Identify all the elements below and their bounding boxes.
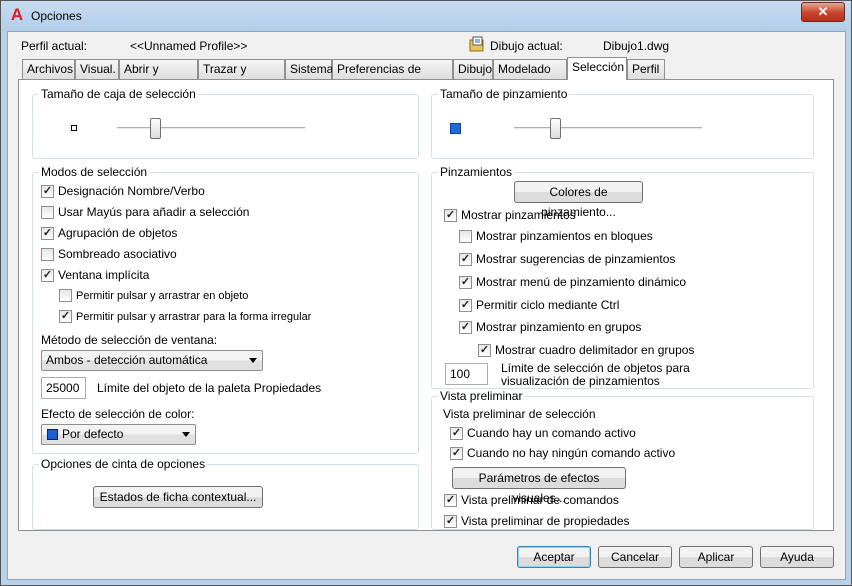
drawing-label: Dibujo actual: — [490, 39, 563, 53]
profile-value: <<Unnamed Profile>> — [130, 39, 248, 53]
color-effect-label: Efecto de selección de color: — [41, 407, 195, 421]
selection-modes-title: Modos de selección — [39, 165, 150, 179]
object-group-checkbox[interactable]: ✓ Agrupación de objetos — [41, 226, 177, 240]
ribbon-options-group: Opciones de cinta de opciones Estados de… — [32, 457, 419, 530]
preview-title: Vista preliminar — [438, 389, 525, 403]
drawing-icon — [469, 36, 485, 52]
check-icon: ✓ — [459, 298, 472, 312]
check-icon: ✓ — [478, 343, 491, 357]
tab-abrir-guardar[interactable]: Abrir y guardar — [119, 59, 198, 94]
press-drag-lasso-checkbox[interactable]: ✓ Permitir pulsar y arrastrar para la for… — [59, 310, 311, 323]
title-bar: A Opciones ✕ — [1, 1, 851, 31]
grips-in-blocks-checkbox[interactable]: Mostrar pinzamientos en bloques — [459, 229, 653, 243]
check-icon: ✓ — [444, 493, 457, 507]
ribbon-options-title: Opciones de cinta de opciones — [39, 457, 208, 471]
grip-size-slider[interactable] — [550, 118, 562, 139]
close-button[interactable]: ✕ — [801, 2, 845, 22]
check-icon: ✓ — [459, 252, 472, 266]
options-dialog: A Opciones ✕ Perfil actual: <<Unnamed Pr… — [0, 0, 852, 586]
selection-modes-group: Modos de selección ✓ Designación Nombre/V… — [32, 165, 419, 454]
pickbox-size-group: Tamaño de caja de selección — [32, 87, 419, 159]
pickbox-preview — [71, 125, 77, 131]
group-bbox-checkbox[interactable]: ✓ Mostrar cuadro delimitador en grupos — [478, 343, 694, 357]
grip-size-track — [514, 127, 702, 130]
properties-limit-input[interactable]: 25000 — [41, 377, 86, 399]
grip-colors-button[interactable]: Colores de pinzamiento... — [514, 181, 643, 219]
preview-group: Vista preliminar Vista preliminar de sel… — [431, 389, 814, 530]
noun-verb-checkbox[interactable]: ✓ Designación Nombre/Verbo — [41, 184, 205, 198]
apply-button[interactable]: Aplicar — [679, 546, 753, 568]
grip-preview — [450, 123, 461, 134]
seleccion-panel: Tamaño de caja de selección Modos de sel… — [18, 79, 834, 531]
tab-modelado-3d[interactable]: Modelado 3D — [493, 59, 567, 94]
implied-window-checkbox[interactable]: ✓ Ventana implícita — [41, 268, 149, 282]
tab-preferencias-usuario[interactable]: Preferencias de usuario — [332, 59, 453, 94]
contextual-tab-states-button[interactable]: Estados de ficha contextual... — [93, 486, 263, 508]
grips-in-groups-checkbox[interactable]: ✓ Mostrar pinzamiento en grupos — [459, 320, 641, 334]
pickbox-size-title: Tamaño de caja de selección — [39, 87, 198, 101]
ctrl-cycle-checkbox[interactable]: ✓ Permitir ciclo mediante Ctrl — [459, 298, 619, 312]
press-drag-checkbox[interactable]: Permitir pulsar y arrastrar en objeto — [59, 289, 248, 302]
cancel-button[interactable]: Cancelar — [598, 546, 672, 568]
tab-trazar-publicar[interactable]: Trazar y publicar — [198, 59, 285, 94]
tab-perfil[interactable]: Perfil — [627, 59, 665, 79]
check-icon: ✓ — [41, 268, 54, 282]
help-button[interactable]: Ayuda — [760, 546, 834, 568]
grip-size-title: Tamaño de pinzamiento — [438, 87, 570, 101]
preview-no-command-checkbox[interactable]: ✓ Cuando no hay ningún comando activo — [450, 446, 675, 460]
window-title: Opciones — [31, 9, 82, 23]
selection-preview-label: Vista preliminar de selección — [443, 407, 596, 421]
pickbox-size-track — [117, 127, 305, 130]
pickbox-size-slider[interactable] — [149, 118, 161, 139]
grips-title: Pinzamientos — [438, 165, 515, 179]
check-icon: ✓ — [444, 514, 457, 528]
tab-sistema[interactable]: Sistema — [285, 59, 333, 79]
check-icon: ✓ — [444, 208, 457, 222]
grip-object-limit-label-2: visualización de pinzamientos — [501, 374, 660, 388]
dialog-body: Perfil actual: <<Unnamed Profile>> Dibuj… — [7, 31, 846, 580]
tab-archivos[interactable]: Archivos — [22, 59, 75, 79]
show-grips-checkbox[interactable]: ✓ Mostrar pinzamientos — [444, 208, 576, 222]
check-icon: ✓ — [459, 320, 472, 334]
color-effect-dropdown[interactable]: Por defecto — [41, 424, 196, 445]
assoc-hatch-checkbox[interactable]: Sombreado asociativo — [41, 247, 177, 261]
check-icon: ✓ — [459, 275, 472, 289]
window-method-label: Método de selección de ventana: — [41, 333, 218, 347]
grip-tips-checkbox[interactable]: ✓ Mostrar sugerencias de pinzamientos — [459, 252, 675, 266]
profile-label: Perfil actual: — [21, 39, 88, 53]
shift-add-checkbox[interactable]: Usar Mayús para añadir a selección — [41, 205, 249, 219]
tab-visual[interactable]: Visual. — [75, 59, 119, 79]
ok-button[interactable]: Aceptar — [517, 546, 591, 568]
drawing-value: Dibujo1.dwg — [603, 39, 670, 53]
check-icon: ✓ — [41, 226, 54, 240]
grip-object-limit-label-1: Límite de selección de objetos para — [501, 361, 690, 375]
tab-dibujo[interactable]: Dibujo — [453, 59, 493, 79]
check-icon: ✓ — [41, 184, 54, 198]
visual-effects-button[interactable]: Parámetros de efectos visuales... — [452, 467, 626, 505]
window-method-dropdown[interactable]: Ambos - detección automática — [41, 350, 263, 371]
color-swatch — [47, 429, 58, 440]
grips-group: Pinzamientos Colores de pinzamiento... ✓… — [431, 165, 814, 389]
tab-seleccion[interactable]: Selección — [567, 57, 627, 80]
grip-object-limit-input[interactable]: 100 — [445, 363, 488, 385]
check-icon: ✓ — [450, 426, 463, 440]
chevron-down-icon — [249, 358, 257, 363]
grip-size-group: Tamaño de pinzamiento — [431, 87, 814, 159]
command-preview-checkbox[interactable]: ✓ Vista preliminar de comandos — [444, 493, 619, 507]
check-icon: ✓ — [59, 310, 72, 323]
preview-command-active-checkbox[interactable]: ✓ Cuando hay un comando activo — [450, 426, 636, 440]
check-icon: ✓ — [450, 446, 463, 460]
properties-limit-label: Límite del objeto de la paleta Propiedad… — [97, 381, 322, 395]
chevron-down-icon — [182, 432, 190, 437]
dynamic-grip-menu-checkbox[interactable]: ✓ Mostrar menú de pinzamiento dinámico — [459, 275, 686, 289]
property-preview-checkbox[interactable]: ✓ Vista preliminar de propiedades — [444, 514, 630, 528]
autocad-logo-icon: A — [10, 5, 24, 24]
